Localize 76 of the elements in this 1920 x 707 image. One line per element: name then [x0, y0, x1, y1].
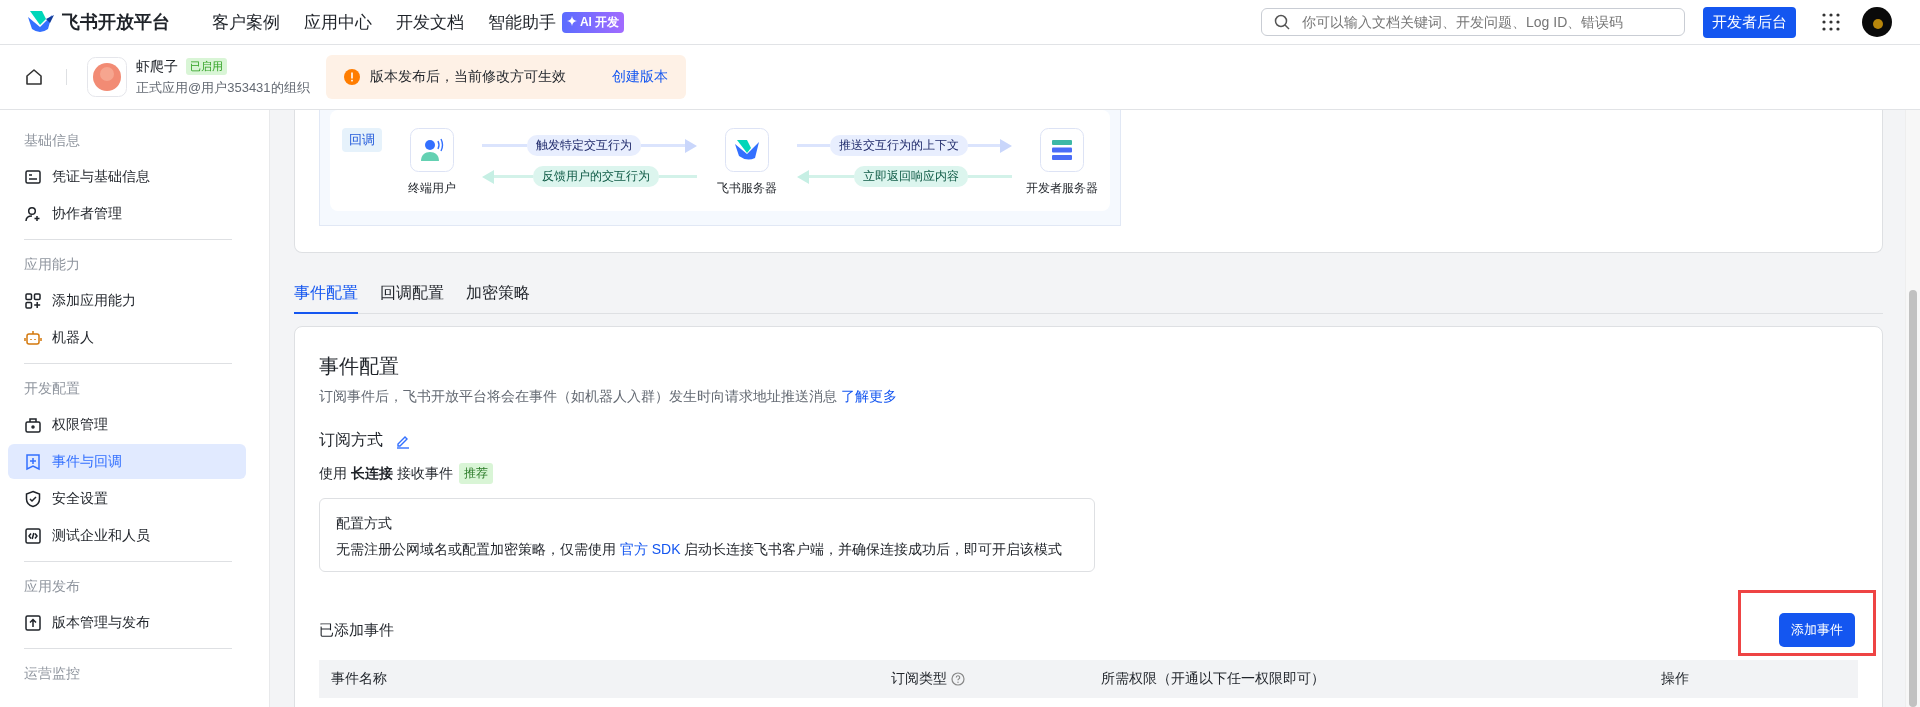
subsection-title: 订阅方式: [319, 430, 383, 450]
id-card-icon: [24, 167, 42, 186]
config-text: 无需注册公网域名或配置加密策略，仅需使用 官方 SDK 启动长连接飞书客户端，并确保连接成功后，即可开启该模式: [336, 541, 1064, 559]
app-avatar: [87, 57, 127, 97]
column-header: 所需权限（开通以下任一权限即可）: [1101, 670, 1325, 688]
home-icon[interactable]: [24, 67, 44, 87]
ai-badge: AI 开发: [562, 11, 625, 33]
mode-text: 使用 长连接 接收事件: [319, 464, 453, 483]
sparkle-icon: [567, 15, 577, 26]
tab[interactable]: 加密策略: [466, 277, 530, 314]
sidebar-item[interactable]: 凭证与基础信息: [8, 159, 246, 194]
column-header: 订阅类型: [891, 670, 947, 688]
callback-tag: 回调: [342, 128, 382, 152]
apps-grid-icon[interactable]: [1822, 13, 1840, 31]
arrow-head-icon: [1000, 138, 1012, 153]
sidebar-group-title: 运营监控: [23, 664, 81, 683]
description-text: 订阅事件后，飞书开放平台将会在事件（如机器人入群）发生时向请求地址推送消息 了解更多: [319, 388, 898, 406]
arrow-head-icon: [685, 138, 697, 153]
column-header: 操作: [1661, 670, 1689, 688]
nav-link[interactable]: 客户案例: [212, 10, 280, 34]
sidebar-item[interactable]: 机器人: [8, 320, 246, 355]
status-tag: 已启用: [186, 58, 227, 75]
node-label: 飞书服务器: [717, 180, 777, 197]
node-label: 终端用户: [408, 180, 456, 197]
nav-link[interactable]: 开发文档: [396, 10, 464, 34]
column-header: 事件名称: [331, 670, 387, 688]
added-events-title: 已添加事件: [319, 620, 394, 640]
sidebar-item[interactable]: 版本管理与发布: [8, 605, 246, 640]
sidebar-group-title: 开发配置: [23, 379, 81, 398]
section-title: 事件配置: [319, 354, 400, 379]
arrow-head-icon: [482, 169, 494, 184]
sidebar-group-title: 基础信息: [23, 131, 81, 150]
help-icon[interactable]: [951, 672, 965, 686]
config-title: 配置方式: [336, 515, 393, 533]
robot-icon: [24, 328, 42, 347]
node-label: 开发者服务器: [1026, 180, 1098, 197]
flow-label: 推送交互行为的上下文: [829, 135, 968, 156]
code-icon: [24, 526, 42, 545]
sidebar-item[interactable]: 安全设置: [8, 481, 246, 516]
upload-icon: [24, 613, 42, 632]
add-event-button[interactable]: 添加事件: [1779, 613, 1855, 647]
sidebar-item[interactable]: 测试企业和人员: [8, 518, 246, 553]
nav-link[interactable]: 智能助手: [488, 10, 556, 34]
server-icon: [1040, 128, 1084, 172]
tab[interactable]: 事件配置: [294, 277, 358, 314]
warning-icon: [343, 69, 360, 85]
nav-link[interactable]: 应用中心: [304, 10, 372, 34]
scrollbar-thumb[interactable]: [1909, 290, 1917, 707]
search-icon: [1274, 14, 1290, 30]
notice-text: 版本发布后，当前修改方可生效: [369, 68, 566, 86]
flow-label: 触发特定交互行为: [526, 135, 641, 156]
flow-label: 反馈用户的交互行为: [532, 166, 659, 187]
user-avatar[interactable]: [1862, 7, 1892, 37]
sidebar-item[interactable]: 权限管理: [8, 407, 246, 442]
add-user-icon: [24, 204, 42, 223]
org-text: 正式应用@用户353431的组织: [136, 78, 310, 97]
apps-icon: [24, 291, 42, 310]
recommend-tag: 推荐: [458, 463, 493, 484]
sidebar-group-title: 应用能力: [23, 255, 81, 274]
tab[interactable]: 回调配置: [380, 277, 444, 314]
sdk-link[interactable]: 官方 SDK: [619, 541, 681, 557]
arrow-head-icon: [797, 169, 809, 184]
sidebar-item[interactable]: 事件与回调: [8, 444, 246, 479]
app-name: 虾爬子: [136, 57, 178, 76]
user-icon: [410, 128, 454, 172]
search-field[interactable]: 你可以输入文档关键词、开发问题、Log ID、错误码: [1261, 8, 1685, 36]
sidebar-group-title: 应用发布: [23, 577, 81, 596]
shield-icon: [24, 489, 42, 508]
learn-more-link[interactable]: 了解更多: [840, 388, 897, 404]
sidebar-item[interactable]: 协作者管理: [8, 196, 246, 231]
create-version-link[interactable]: 创建版本: [611, 68, 668, 86]
console-button[interactable]: 开发者后台: [1703, 6, 1796, 38]
sidebar-item[interactable]: 添加应用能力: [8, 283, 246, 318]
logo-text[interactable]: 飞书开放平台: [62, 10, 170, 34]
flow-label: 立即返回响应内容: [853, 166, 968, 187]
logo-icon: [26, 11, 54, 33]
